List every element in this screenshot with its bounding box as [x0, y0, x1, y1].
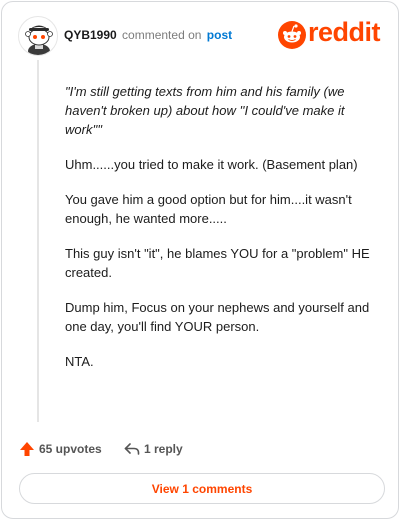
username-link[interactable]: QYB1990 — [64, 28, 117, 42]
comment-paragraph: You gave him a good option but for him..… — [65, 192, 352, 226]
comment-body: "I'm still getting texts from him and hi… — [65, 82, 381, 387]
reddit-wordmark: reddit — [308, 17, 381, 47]
thread-line[interactable] — [37, 60, 39, 422]
comment-paragraph: NTA. — [65, 354, 94, 369]
comment-paragraph: "I'm still getting texts from him and hi… — [65, 84, 345, 137]
comment-card: QYB1990 commented on post reddit "I'm st… — [1, 1, 399, 519]
upvote-arrow-icon — [20, 442, 34, 456]
comment-meta: QYB1990 commented on post — [64, 28, 232, 42]
comment-paragraph: Uhm......you tried to make it work. (Bas… — [65, 157, 358, 172]
reddit-snoo-icon — [278, 21, 306, 49]
commented-on-label: commented on — [122, 28, 202, 42]
comment-header: QYB1990 commented on post reddit — [18, 16, 384, 56]
upvote-count: 65 upvotes — [39, 442, 102, 456]
reddit-logo[interactable]: reddit — [278, 17, 384, 50]
view-comments-button[interactable]: View 1 comments — [19, 473, 385, 504]
comment-paragraph: Dump him, Focus on your nephews and your… — [65, 300, 370, 334]
reply-count: 1 reply — [144, 442, 183, 456]
user-avatar-icon[interactable] — [18, 16, 58, 56]
post-link[interactable]: post — [207, 28, 232, 42]
comment-paragraph: This guy isn't "it", he blames YOU for a… — [65, 246, 370, 280]
reply-arrow-icon — [124, 443, 140, 455]
